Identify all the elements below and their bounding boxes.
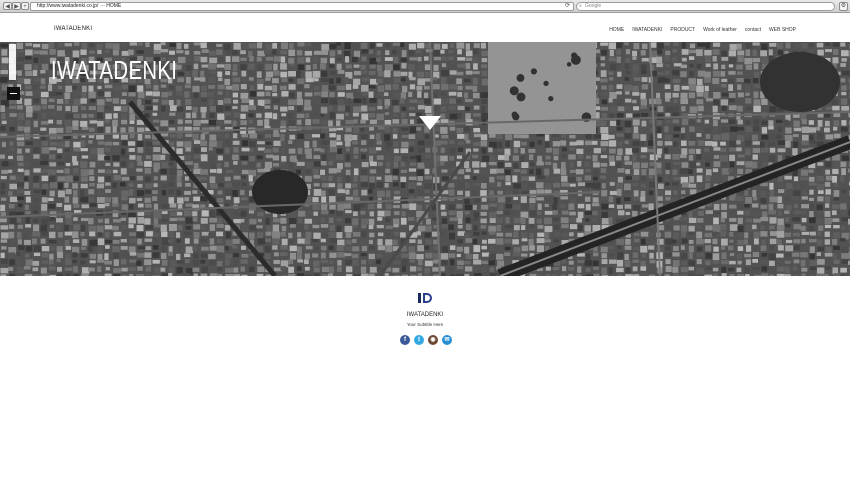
search-input[interactable]: ⌕ Google: [576, 2, 835, 11]
brand-subtitle: Your Subtitle Here: [406, 322, 444, 327]
address-bar[interactable]: http://www.iwatadenki.co.jp/ — HOME ⟳: [30, 2, 574, 11]
page-title-text: HOME: [106, 3, 122, 9]
social-links: f t ◉ ✉: [400, 335, 452, 345]
site-header: IWATADENKI HOME IWATADENKI PRODUCT Work …: [0, 13, 850, 42]
url-text: http://www.iwatadenki.co.jp/: [37, 3, 99, 9]
hero-title: IWATADENKI: [51, 55, 178, 85]
search-placeholder: Google: [585, 3, 602, 9]
browser-toolbar: ◀ ▶ + http://www.iwatadenki.co.jp/ — HOM…: [0, 0, 850, 13]
back-button[interactable]: ◀: [3, 2, 12, 10]
nav-web-shop[interactable]: WEB SHOP: [769, 27, 796, 33]
site-logo[interactable]: IWATADENKI: [54, 26, 92, 33]
reload-icon[interactable]: ⟳: [565, 3, 570, 10]
scroll-down-arrow-icon[interactable]: [419, 116, 441, 130]
menu-toggle-button[interactable]: [7, 87, 20, 100]
facebook-icon[interactable]: f: [400, 335, 410, 345]
add-bookmark-button[interactable]: +: [21, 2, 29, 10]
magnifier-icon: ⌕: [579, 3, 582, 9]
nav-product[interactable]: PRODUCT: [670, 27, 695, 33]
instagram-icon[interactable]: ◉: [428, 335, 438, 345]
brand-logo-icon: [418, 293, 432, 303]
menu-icon: [10, 93, 17, 94]
nav-work-of-leather[interactable]: Work of leather: [703, 27, 737, 33]
side-tab[interactable]: [9, 44, 16, 80]
main-nav: HOME IWATADENKI PRODUCT Work of leather …: [609, 27, 796, 33]
brand-name: IWATADENKI: [406, 311, 444, 319]
twitter-icon[interactable]: t: [414, 335, 424, 345]
nav-home[interactable]: HOME: [609, 27, 624, 33]
settings-gear-icon[interactable]: ⚙: [839, 2, 848, 11]
mail-icon[interactable]: ✉: [442, 335, 452, 345]
forward-button[interactable]: ▶: [12, 2, 21, 10]
nav-contact[interactable]: contact: [745, 27, 761, 33]
hero-aerial-image: IWATADENKI: [0, 42, 850, 276]
nav-iwatadenki[interactable]: IWATADENKI: [632, 27, 662, 33]
